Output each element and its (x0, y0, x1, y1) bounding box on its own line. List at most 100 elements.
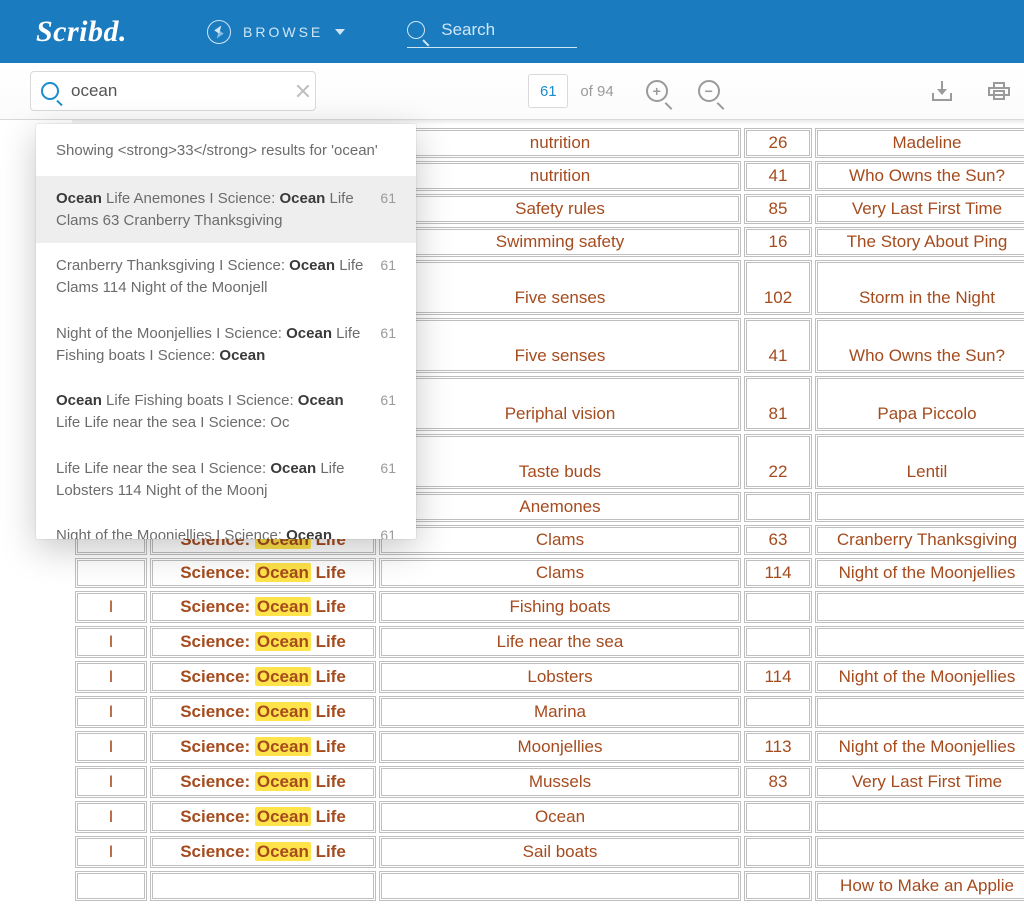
row-category: Science: Ocean Life (180, 667, 346, 686)
table-cell: Safety rules (379, 194, 741, 224)
search-result-text: Ocean Life Anemones I Science: Ocean Lif… (56, 188, 366, 232)
table-cell: 22 (744, 434, 812, 489)
table-cell (744, 696, 812, 728)
table-cell: Night of the Moonjellies (815, 731, 1024, 763)
table-cell: nutrition (379, 161, 741, 191)
print-icon[interactable] (988, 82, 1010, 100)
table-cell (150, 871, 376, 901)
table-row: IScience: Ocean LifeMussels83Very Last F… (75, 766, 1024, 798)
table-cell (744, 626, 812, 658)
table-cell: Lentil (815, 434, 1024, 489)
table-cell: Night of the Moonjellies (815, 558, 1024, 588)
row-category: Science: Ocean Life (180, 563, 346, 582)
table-cell: Mussels (379, 766, 741, 798)
browse-menu[interactable]: BROWSE (207, 20, 345, 44)
table-cell: I (75, 661, 147, 693)
search-result-item[interactable]: Ocean Life Anemones I Science: Ocean Lif… (36, 176, 416, 244)
table-cell: I (75, 731, 147, 763)
search-icon (41, 82, 59, 100)
search-result-page: 61 (380, 525, 396, 539)
search-results-dropdown: Showing <strong>33</strong> results for … (36, 124, 416, 539)
table-cell: Periphal vision (379, 376, 741, 431)
scribd-topbar: Scribd. BROWSE (0, 0, 1024, 63)
table-cell: I (75, 696, 147, 728)
table-cell (815, 591, 1024, 623)
row-category: Science: Ocean Life (180, 632, 346, 651)
row-category: Science: Ocean Life (180, 737, 346, 756)
zoom-out-icon[interactable]: − (698, 80, 720, 102)
table-cell: Swimming safety (379, 227, 741, 257)
search-result-text: Night of the Moonjellies I Science: Ocea… (56, 525, 366, 539)
table-cell: I (75, 766, 147, 798)
download-icon[interactable] (932, 81, 952, 101)
search-result-page: 61 (380, 188, 396, 208)
table-cell: Science: Ocean Life (150, 801, 376, 833)
row-category: Science: Ocean Life (180, 842, 346, 861)
search-result-text: Night of the Moonjellies I Science: Ocea… (56, 323, 366, 367)
table-cell: nutrition (379, 128, 741, 158)
scribd-logo-text: Scribd. (36, 15, 127, 48)
row-category: Science: Ocean Life (180, 807, 346, 826)
table-cell: 41 (744, 161, 812, 191)
row-category: Science: Ocean Life (180, 597, 346, 616)
zoom-controls: + − (646, 80, 720, 102)
table-cell: I (75, 591, 147, 623)
table-row: IScience: Ocean LifeLife near the sea (75, 626, 1024, 658)
table-cell: Lobsters (379, 661, 741, 693)
zoom-in-icon[interactable]: + (646, 80, 668, 102)
table-cell: Science: Ocean Life (150, 591, 376, 623)
table-cell: 85 (744, 194, 812, 224)
table-cell: Five senses (379, 318, 741, 373)
global-search[interactable] (407, 15, 577, 48)
table-cell: Fishing boats (379, 591, 741, 623)
page-navigation: of 94 (528, 74, 613, 108)
table-cell (744, 836, 812, 868)
document-toolbar: of 94 + − (0, 63, 1024, 120)
table-row: I Science: Ocean Life Fishing boats (75, 591, 1024, 623)
page-total-label: of 94 (580, 83, 613, 100)
table-cell: Science: Ocean Life (150, 731, 376, 763)
search-result-item[interactable]: Cranberry Thanksgiving I Science: Ocean … (36, 243, 416, 311)
table-cell (815, 492, 1024, 522)
table-cell: Ocean (379, 801, 741, 833)
search-highlight: Ocean (255, 702, 311, 721)
search-result-page: 61 (380, 458, 396, 478)
table-cell (744, 492, 812, 522)
row-category: Science: Ocean Life (180, 772, 346, 791)
table-cell: Marina (379, 696, 741, 728)
table-cell (75, 871, 147, 901)
table-cell: 63 (744, 525, 812, 555)
search-result-page: 61 (380, 255, 396, 275)
search-result-text: Life Life near the sea I Science: Ocean … (56, 458, 366, 502)
search-result-text: Ocean Life Fishing boats I Science: Ocea… (56, 390, 366, 434)
in-document-search-input[interactable] (69, 80, 294, 102)
table-cell: 113 (744, 731, 812, 763)
search-icon (407, 21, 425, 39)
global-search-input[interactable] (439, 19, 577, 41)
table-row: How to Make an Applie (75, 871, 1024, 901)
scribd-logo[interactable]: Scribd. (36, 15, 127, 49)
table-cell: 114 (744, 661, 812, 693)
search-result-item[interactable]: Ocean Life Fishing boats I Science: Ocea… (36, 378, 416, 446)
table-cell: 16 (744, 227, 812, 257)
table-cell: Madeline (815, 128, 1024, 158)
compass-icon (207, 20, 231, 44)
in-document-search[interactable] (30, 71, 316, 111)
row-category: Science: Ocean Life (180, 702, 346, 721)
browse-label: BROWSE (243, 24, 323, 40)
search-highlight: Ocean (255, 667, 311, 686)
table-cell: Taste buds (379, 434, 741, 489)
table-cell: Science: Ocean Life (150, 836, 376, 868)
clear-search-icon[interactable] (294, 82, 312, 100)
table-cell: 102 (744, 260, 812, 315)
table-row: I Science: Ocean Life Marina (75, 696, 1024, 728)
page-number-input[interactable] (528, 74, 568, 108)
table-cell (815, 836, 1024, 868)
search-highlight: Ocean (255, 632, 311, 651)
search-result-item[interactable]: Night of the Moonjellies I Science: Ocea… (36, 311, 416, 379)
search-result-item[interactable]: Life Life near the sea I Science: Ocean … (36, 446, 416, 514)
table-cell: Very Last First Time (815, 194, 1024, 224)
table-cell: Clams (379, 558, 741, 588)
search-result-item[interactable]: Night of the Moonjellies I Science: Ocea… (36, 513, 416, 539)
doc-actions (932, 81, 1010, 101)
